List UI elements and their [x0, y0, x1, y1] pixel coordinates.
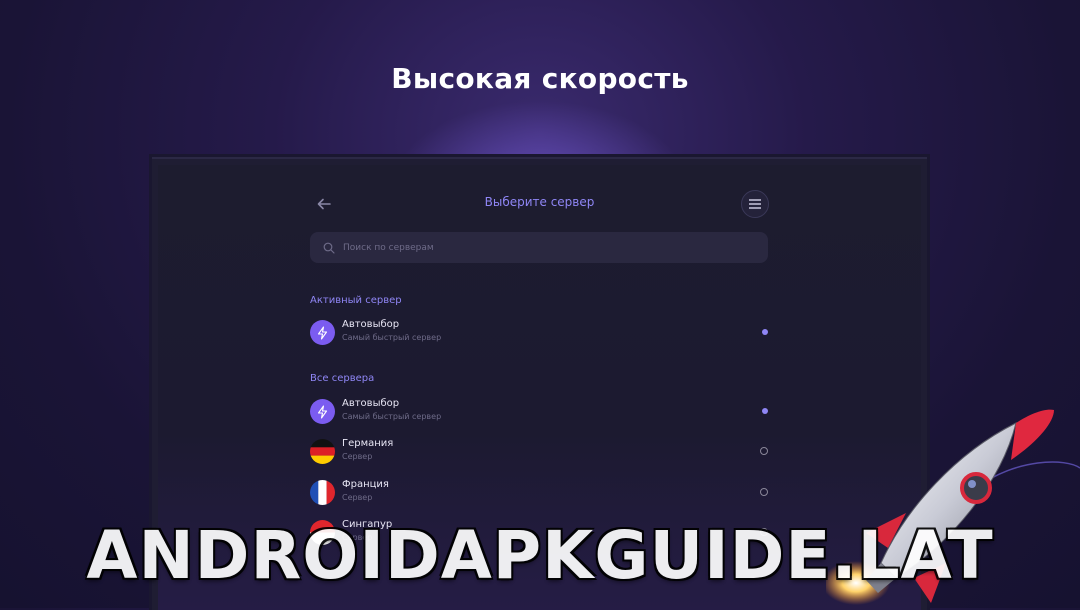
- watermark-text: ANDROIDAPKGUIDE.LAT: [86, 517, 994, 594]
- menu-button[interactable]: [741, 190, 769, 218]
- server-name: Германия: [342, 438, 394, 449]
- active-server-label: Активный сервер: [310, 295, 402, 306]
- all-servers-label: Все сервера: [310, 373, 375, 384]
- server-row-france[interactable]: Франция Сервер: [310, 477, 768, 509]
- headline: Высокая скорость: [391, 62, 689, 95]
- server-row-germany[interactable]: Германия Сервер: [310, 436, 768, 468]
- selected-radio[interactable]: [762, 329, 768, 335]
- server-subtitle: Самый быстрый сервер: [342, 412, 442, 421]
- active-server-row[interactable]: Автовыбор Самый быстрый сервер: [310, 317, 768, 349]
- germany-flag-icon: [310, 439, 335, 464]
- server-row-auto[interactable]: Автовыбор Самый быстрый сервер: [310, 396, 768, 428]
- server-name: Франция: [342, 479, 389, 490]
- server-subtitle: Сервер: [342, 452, 373, 461]
- server-subtitle: Самый быстрый сервер: [342, 333, 442, 342]
- server-name: Автовыбор: [342, 398, 400, 409]
- server-name: Автовыбор: [342, 319, 400, 330]
- unselected-radio[interactable]: [760, 488, 768, 496]
- server-subtitle: Сервер: [342, 493, 373, 502]
- bolt-icon: [310, 320, 335, 345]
- search-input[interactable]: [341, 241, 745, 254]
- hamburger-icon: [749, 199, 761, 209]
- france-flag-icon: [310, 480, 335, 505]
- search-bar[interactable]: [310, 232, 768, 263]
- selected-radio[interactable]: [762, 408, 768, 414]
- unselected-radio[interactable]: [760, 447, 768, 455]
- bolt-icon: [310, 399, 335, 424]
- search-icon: [323, 242, 335, 254]
- page-title: Выберите сервер: [484, 195, 595, 209]
